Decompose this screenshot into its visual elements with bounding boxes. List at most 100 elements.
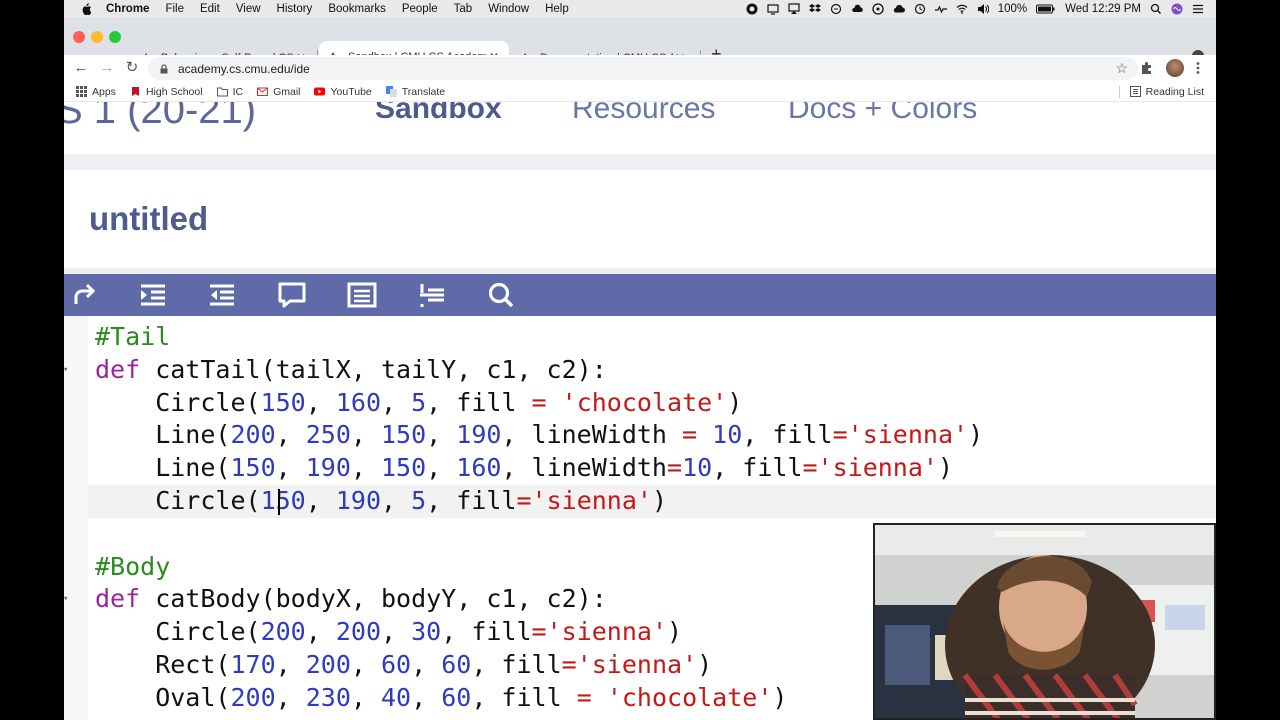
outdent-icon[interactable] [206,280,238,310]
time-machine-icon[interactable] [914,3,926,15]
reading-list-label: Reading List [1145,85,1204,98]
bookmark-label: IC [232,85,244,98]
code-token: , lineWidth [501,453,667,483]
search-icon[interactable] [485,280,517,310]
code-token: , [411,650,442,679]
code-token: 150 [381,420,427,450]
code-line[interactable]: def catTail(tailX, tailY, c1, c2): [95,353,607,386]
menu-bookmarks[interactable]: Bookmarks [328,3,386,15]
code-line[interactable]: #Body [95,550,170,583]
project-title[interactable]: untitled [89,200,208,238]
translate-icon [385,86,397,97]
nav-link-docs-colors[interactable]: Docs + Colors [788,102,977,126]
record-icon[interactable] [746,3,758,15]
code-line[interactable]: Line(200, 250, 150, 190, lineWidth = 10,… [95,418,983,451]
chrome-menu-icon[interactable] [1196,61,1200,75]
window-zoom-button[interactable] [109,31,121,43]
address-bar[interactable]: academy.cs.cmu.edu/ide ☆ [148,57,1138,80]
creative-cloud-icon[interactable] [893,3,905,15]
url-text[interactable]: academy.cs.cmu.edu/ide [178,62,310,76]
menu-tab[interactable]: Tab [454,3,473,15]
nav-link-sandbox[interactable]: Sandbox [375,102,502,126]
cloud-icon[interactable] [851,3,863,15]
code-line[interactable]: Line(150, 190, 150, 160, lineWidth=10, f… [95,451,953,484]
code-token: 10 [682,453,713,483]
nav-link-resources[interactable]: Resources [572,102,715,126]
fold-toggle-icon[interactable]: ▾ [64,594,68,604]
code-line[interactable]: def catBody(bodyX, bodyY, c1, c2): [95,582,607,615]
menu-history[interactable]: History [277,3,313,15]
apple-icon[interactable] [80,2,92,15]
airplay-icon[interactable] [788,2,800,15]
code-token: , fill [441,617,532,647]
back-button[interactable]: ← [72,58,90,78]
code-token: , [305,486,336,515]
profile-avatar[interactable] [1166,59,1184,77]
bookmarks-bar: Apps High School IC Gmail YouTube Transl… [64,82,1216,102]
code-line[interactable]: Rect(170, 200, 60, 60, fill='sienna') [95,648,712,681]
menubar-status-area: 100% Wed 12:29 PM [746,3,1216,15]
code-token: , fill [471,650,562,679]
format-icon[interactable] [416,280,448,310]
code-token: = [667,453,683,483]
grammarly-icon[interactable] [872,2,884,15]
menu-chrome[interactable]: Chrome [106,3,149,15]
window-minimize-button[interactable] [91,31,103,43]
code-line[interactable]: Circle(150, 190, 5, fill='sienna') [95,484,667,517]
editor-toolbar [64,274,1216,316]
code-token: = [682,420,698,450]
notification-center-icon[interactable] [1192,3,1204,15]
bookmark-ic[interactable]: IC [216,85,244,98]
screen-share-icon[interactable] [767,3,779,15]
code-token: 'sienna' [576,650,698,679]
run-redo-icon[interactable] [68,280,100,310]
lock-icon[interactable] [159,63,169,74]
bookmark-translate[interactable]: Translate [385,86,445,98]
document-icon[interactable] [346,280,378,310]
code-line[interactable]: Circle(150, 160, 5, fill = 'chocolate') [95,386,742,419]
bookmark-youtube[interactable]: YouTube [314,86,372,98]
reading-list-icon [1129,86,1141,97]
code-line[interactable]: Circle(200, 200, 30, fill='sienna') [95,615,682,648]
comment-icon[interactable] [276,280,308,310]
code-token: , [275,650,306,679]
code-token: , fill [471,682,577,712]
bookmark-apps[interactable]: Apps [76,86,116,98]
battery-icon[interactable] [1036,3,1056,15]
activity-icon[interactable] [934,3,947,15]
menu-edit[interactable]: Edit [200,3,220,15]
reading-list-button[interactable]: Reading List [1118,85,1204,98]
window-close-button[interactable] [73,31,85,43]
code-token: = [516,486,532,515]
code-token: , [305,617,336,647]
code-token: , [381,387,412,417]
fold-toggle-icon[interactable]: ▾ [64,365,68,375]
sync-icon[interactable] [830,3,842,15]
menu-file[interactable]: File [165,3,184,15]
bookmark-star-icon[interactable]: ☆ [1115,60,1128,77]
code-token: catBody(bodyX, bodyY, c1, c2): [140,584,607,614]
siri-icon[interactable] [1171,3,1183,15]
menu-window[interactable]: Window [488,3,529,15]
menubar-clock[interactable]: Wed 12:29 PM [1065,3,1141,15]
volume-icon[interactable] [977,3,989,15]
code-token: def [95,354,141,384]
menu-view[interactable]: View [236,3,261,15]
extensions-puzzle-icon[interactable] [1140,61,1154,75]
reload-button[interactable]: ↻ [123,58,141,78]
bookmark-gmail[interactable]: Gmail [257,86,300,98]
forward-button[interactable]: → [98,58,116,78]
macos-menubar: Chrome File Edit View History Bookmarks … [64,0,1216,17]
code-line[interactable]: Oval(200, 230, 40, 60, fill = 'chocolate… [95,681,787,714]
indent-icon[interactable] [137,280,169,310]
dropbox-icon[interactable] [808,3,821,15]
bookmark-high-school[interactable]: High School [130,86,203,98]
spotlight-search-icon[interactable] [1150,3,1162,15]
course-title[interactable]: S 1 (20-21) [64,102,256,133]
menu-people[interactable]: People [402,3,438,15]
wifi-icon[interactable] [956,3,968,15]
code-line[interactable]: #Tail [95,320,170,353]
menu-help[interactable]: Help [545,3,569,15]
